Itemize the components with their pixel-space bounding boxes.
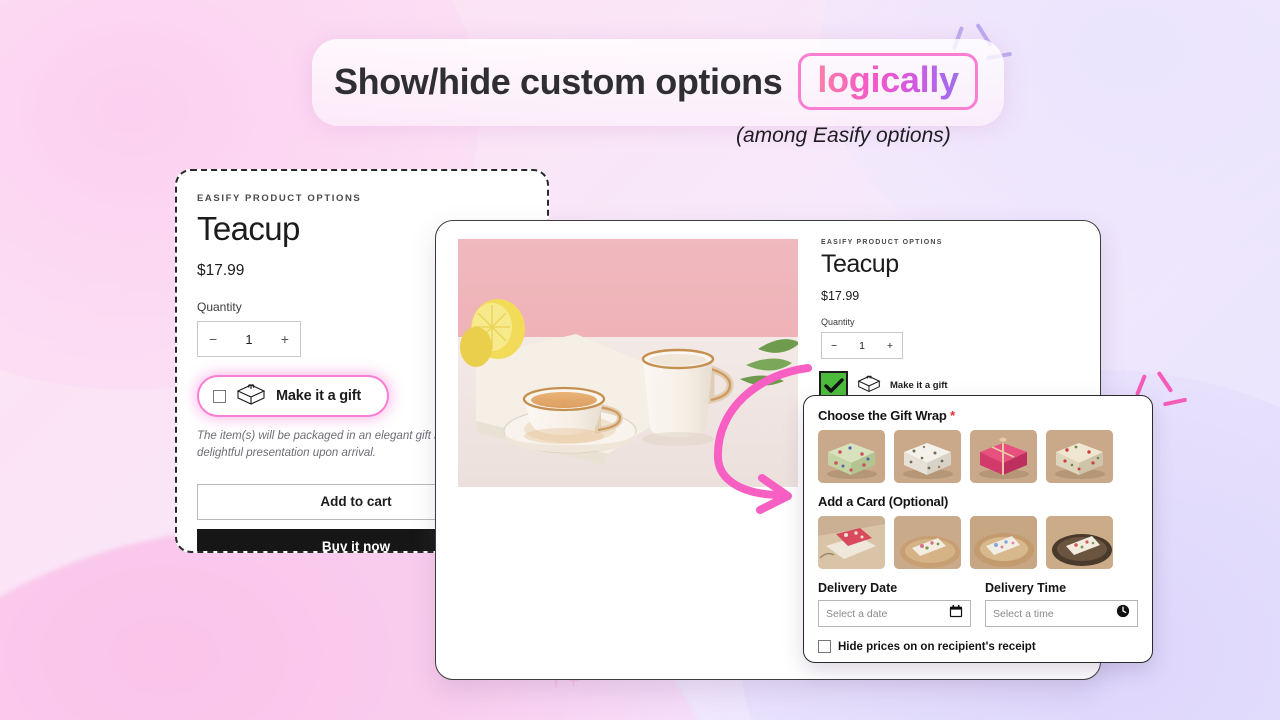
front-quantity-value: 1 [859, 339, 865, 352]
greeting-card-option-3[interactable] [970, 516, 1037, 569]
delivery-fields-row: Delivery Date Select a date Delivery Tim… [818, 581, 1138, 627]
headline-pill: Show/hide custom options logically [312, 39, 1004, 126]
front-quantity-increase-button[interactable]: + [887, 340, 893, 352]
make-it-a-gift-label: Make it a gift [276, 388, 362, 404]
back-card-quantity-stepper[interactable]: − 1 + [197, 321, 301, 357]
calendar-icon[interactable] [949, 604, 963, 623]
front-card-quantity-stepper[interactable]: − 1 + [821, 332, 903, 359]
gift-wrap-option-4[interactable] [1046, 430, 1113, 483]
gift-wrap-heading-text: Choose the Gift Wrap [818, 408, 947, 423]
gift-wrap-swatch-row [818, 430, 1138, 483]
front-gift-box-icon [857, 374, 881, 398]
back-card-make-it-a-gift-option[interactable]: Make it a gift [197, 375, 389, 417]
headline-subtitle: (among Easify options) [736, 124, 951, 147]
delivery-time-label: Delivery Time [985, 581, 1067, 595]
headline-main-text: Show/hide custom options [334, 60, 783, 102]
front-card-product-title: Teacup [821, 250, 899, 278]
gift-wrap-heading: Choose the Gift Wrap * [818, 408, 1138, 423]
front-make-it-a-gift-label: Make it a gift [890, 380, 948, 391]
delivery-time-field-group: Delivery Time Select a time [985, 581, 1138, 627]
greeting-card-option-4[interactable] [1046, 516, 1113, 569]
delivery-time-placeholder: Select a time [993, 607, 1054, 620]
front-card-price: $17.99 [821, 289, 860, 303]
delivery-date-placeholder: Select a date [826, 607, 888, 620]
gift-wrap-option-1[interactable] [818, 430, 885, 483]
quantity-increase-button[interactable]: + [281, 331, 289, 347]
clock-icon[interactable] [1116, 604, 1130, 623]
front-card-quantity-label: Quantity [821, 317, 855, 327]
hide-prices-checkbox[interactable] [818, 640, 831, 653]
greeting-card-option-1[interactable] [818, 516, 885, 569]
add-card-heading: Add a Card (Optional) [818, 494, 949, 509]
front-card-details: EASIFY PRODUCT OPTIONS Teacup $17.99 Qua… [819, 239, 1086, 400]
delivery-time-input[interactable]: Select a time [985, 600, 1138, 627]
hide-prices-label: Hide prices on on recipient's receipt [838, 640, 1036, 653]
headline-banner: Show/hide custom options logically [312, 39, 1004, 126]
hide-prices-option[interactable]: Hide prices on on recipient's receipt [818, 640, 1138, 653]
delivery-date-label: Delivery Date [818, 581, 898, 595]
greeting-card-option-2[interactable] [894, 516, 961, 569]
make-it-a-gift-checkbox[interactable] [213, 389, 226, 403]
required-asterisk: * [950, 408, 955, 423]
quantity-value: 1 [245, 331, 253, 347]
gift-box-icon [236, 382, 266, 411]
front-quantity-decrease-button[interactable]: − [831, 340, 837, 352]
delivery-date-input[interactable]: Select a date [818, 600, 971, 627]
delivery-date-field-group: Delivery Date Select a date [818, 581, 971, 627]
check-icon [823, 377, 844, 393]
gift-wrap-option-2[interactable] [894, 430, 961, 483]
product-photo [458, 239, 798, 487]
back-card-eyebrow: EASIFY PRODUCT OPTIONS [197, 193, 362, 204]
gift-options-panel: Choose the Gift Wrap * Add a Card (Optio… [803, 395, 1153, 663]
front-card-eyebrow: EASIFY PRODUCT OPTIONS [821, 239, 943, 246]
gift-wrap-option-3[interactable] [970, 430, 1037, 483]
greeting-card-swatch-row [818, 516, 1138, 569]
headline-highlight-text: logically [817, 59, 959, 100]
headline-highlight-box: logically [798, 53, 978, 110]
quantity-decrease-button[interactable]: − [209, 331, 217, 347]
